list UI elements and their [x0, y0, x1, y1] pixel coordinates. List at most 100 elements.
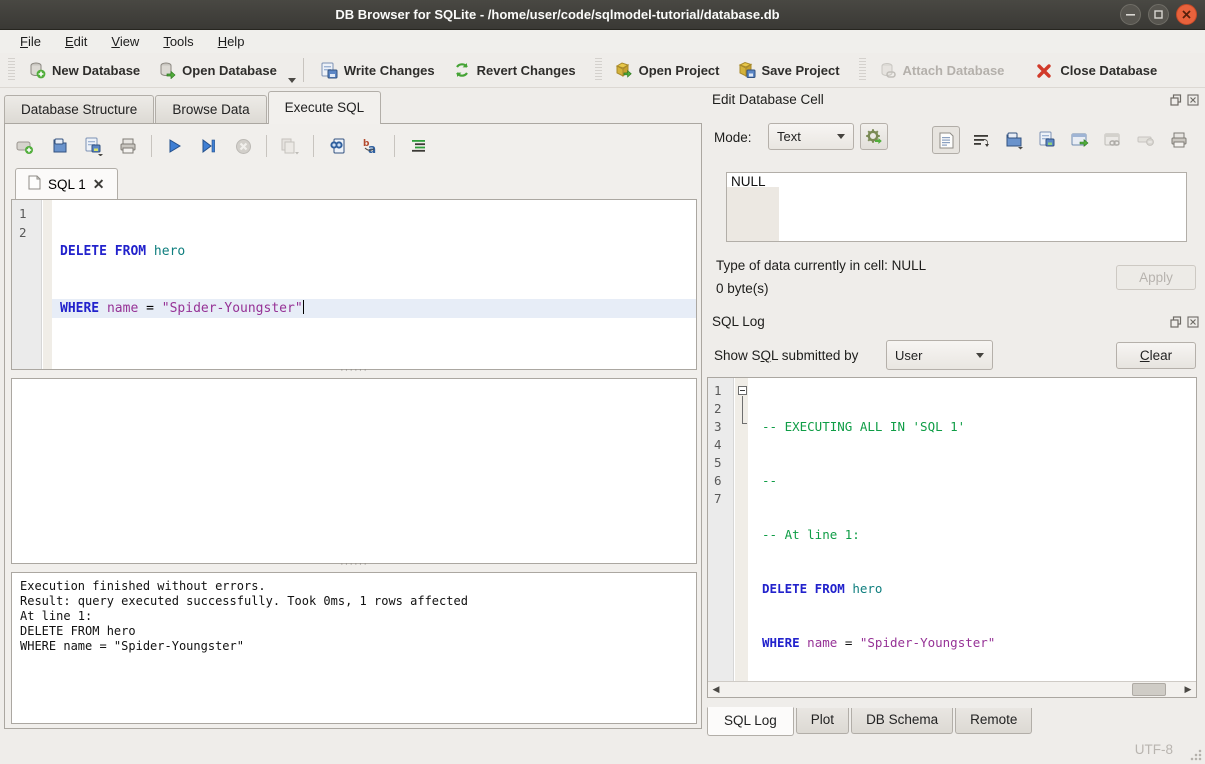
sql-1-tab[interactable]: SQL 1 ✕: [15, 168, 118, 199]
horizontal-scrollbar[interactable]: ◀ ▶: [708, 681, 1196, 697]
dock-tab-sql-log[interactable]: SQL Log: [707, 707, 794, 736]
dock-tab-db-schema[interactable]: DB Schema: [851, 708, 953, 734]
new-database-icon: [28, 61, 46, 79]
toolbar-drag-handle[interactable]: [859, 58, 866, 82]
revert-changes-icon: [453, 61, 471, 79]
open-database-dropdown-icon[interactable]: [288, 78, 296, 83]
revert-changes-button[interactable]: Revert Changes: [444, 57, 585, 83]
import-cell-data-button[interactable]: [1001, 128, 1027, 152]
auto-apply-button[interactable]: [860, 123, 888, 150]
cell-editor-toolbar: [932, 126, 1192, 154]
find-button[interactable]: [322, 132, 352, 160]
execute-all-button[interactable]: [160, 132, 190, 160]
dock-tab-remote[interactable]: Remote: [955, 708, 1032, 734]
close-database-icon: [1036, 61, 1054, 79]
toolbar-drag-handle[interactable]: [595, 58, 602, 82]
menu-edit[interactable]: Edit: [55, 32, 97, 51]
text-cursor: [303, 300, 305, 314]
editor-results-splitter[interactable]: [11, 370, 697, 378]
print-cell-button[interactable]: [1166, 128, 1192, 152]
close-dock-icon[interactable]: [1186, 93, 1199, 106]
format-sql-button[interactable]: [403, 132, 433, 160]
app-window: DB Browser for SQLite - /home/user/code/…: [0, 0, 1205, 764]
set-null-button: [1133, 128, 1159, 152]
log-code: -- EXECUTING ALL IN 'SQL 1' -- -- At lin…: [748, 378, 1195, 681]
dock-tab-plot[interactable]: Plot: [796, 708, 849, 734]
gear-icon: [865, 128, 883, 146]
new-sql-tab-button[interactable]: [11, 132, 41, 160]
stop-button: [228, 132, 258, 160]
results-grid-pane[interactable]: [11, 378, 697, 564]
close-database-button[interactable]: Close Database: [1027, 57, 1166, 83]
close-tab-icon[interactable]: ✕: [93, 176, 105, 193]
scrollbar-thumb[interactable]: [1132, 683, 1166, 696]
resize-grip[interactable]: [1189, 748, 1202, 761]
open-sql-file-button[interactable]: [45, 132, 75, 160]
log-filter-select[interactable]: User: [886, 340, 993, 370]
replace-button[interactable]: ba: [356, 132, 386, 160]
log-line-1: -- EXECUTING ALL IN 'SQL 1': [762, 418, 1195, 436]
new-database-button[interactable]: New Database: [19, 57, 149, 83]
main-tab-bar: Database Structure Browse Data Execute S…: [4, 91, 382, 124]
tab-database-structure[interactable]: Database Structure: [4, 95, 154, 124]
text-mode-toggle[interactable]: [932, 126, 960, 154]
close-dock-icon[interactable]: [1186, 315, 1199, 328]
mode-select[interactable]: Text: [768, 123, 854, 150]
sql-log-dock-header: SQL Log: [712, 314, 1201, 334]
menu-help[interactable]: Help: [208, 32, 255, 51]
execution-message-pane[interactable]: Execution finished without errors. Resul…: [11, 572, 697, 724]
clear-log-button[interactable]: Clear: [1116, 342, 1196, 369]
open-database-button[interactable]: Open Database: [149, 57, 286, 83]
scroll-right-icon[interactable]: ▶: [1180, 682, 1196, 697]
link-cell-button: [1100, 128, 1126, 152]
minimize-button[interactable]: [1120, 4, 1141, 25]
title-bar: DB Browser for SQLite - /home/user/code/…: [0, 0, 1205, 30]
dock-tab-bar: SQL Log Plot DB Schema Remote: [707, 708, 1034, 735]
svg-text:a: a: [368, 142, 376, 155]
cell-value-editor[interactable]: NULL: [726, 172, 1187, 242]
cell-type-info: Type of data currently in cell: NULL: [716, 258, 926, 273]
chevron-down-icon: [976, 353, 984, 358]
fold-marker-icon[interactable]: [738, 386, 747, 395]
execute-current-line-button[interactable]: [194, 132, 224, 160]
attach-database-button: Attach Database: [870, 57, 1014, 83]
tab-browse-data[interactable]: Browse Data: [155, 95, 266, 124]
log-line-2: --: [762, 472, 1195, 490]
menu-tools[interactable]: Tools: [153, 32, 203, 51]
edit-cell-dock-header: Edit Database Cell: [712, 92, 1201, 112]
menu-view[interactable]: View: [101, 32, 149, 51]
log-line-number-gutter: 1234567: [708, 378, 734, 681]
sql-editor-toolbar: ba: [11, 129, 433, 163]
fold-margin[interactable]: [735, 378, 748, 681]
float-dock-icon[interactable]: [1169, 93, 1182, 106]
encoding-indicator[interactable]: UTF-8: [1135, 742, 1173, 757]
sql-file-icon: [28, 175, 41, 193]
write-changes-icon: [320, 61, 338, 79]
open-project-icon: [615, 61, 633, 79]
tab-execute-sql[interactable]: Execute SQL: [268, 91, 382, 124]
sql-log-view[interactable]: 1234567 -- EXECUTING ALL IN 'SQL 1' -- -…: [707, 377, 1197, 698]
results-message-splitter[interactable]: [11, 564, 697, 572]
scroll-left-icon[interactable]: ◀: [708, 682, 724, 697]
open-in-external-app-button[interactable]: [1067, 128, 1093, 152]
toolbar-drag-handle[interactable]: [8, 58, 15, 82]
log-filter-label: Show SQL submitted by: [714, 348, 858, 363]
maximize-button[interactable]: [1148, 4, 1169, 25]
save-project-icon: [738, 61, 756, 79]
float-dock-icon[interactable]: [1169, 315, 1182, 328]
save-sql-file-button[interactable]: [79, 132, 109, 160]
close-button[interactable]: [1176, 4, 1197, 25]
word-wrap-toggle[interactable]: [968, 128, 994, 152]
sql-code[interactable]: DELETE FROM hero WHERE name = "Spider-Yo…: [52, 200, 696, 369]
write-changes-button[interactable]: Write Changes: [311, 57, 444, 83]
open-project-button[interactable]: Open Project: [606, 57, 729, 83]
cell-size-info: 0 byte(s): [716, 281, 769, 296]
attach-database-icon: [879, 61, 897, 79]
execute-sql-panel: ba SQL 1 ✕ 1 2 DELETE F: [4, 123, 702, 729]
sql-editor[interactable]: 1 2 DELETE FROM hero WHERE name = "Spide…: [11, 199, 697, 370]
save-project-button[interactable]: Save Project: [729, 57, 849, 83]
chevron-down-icon: [837, 134, 845, 139]
menu-file[interactable]: File: [10, 32, 51, 51]
print-button[interactable]: [113, 132, 143, 160]
export-cell-data-button[interactable]: [1034, 128, 1060, 152]
